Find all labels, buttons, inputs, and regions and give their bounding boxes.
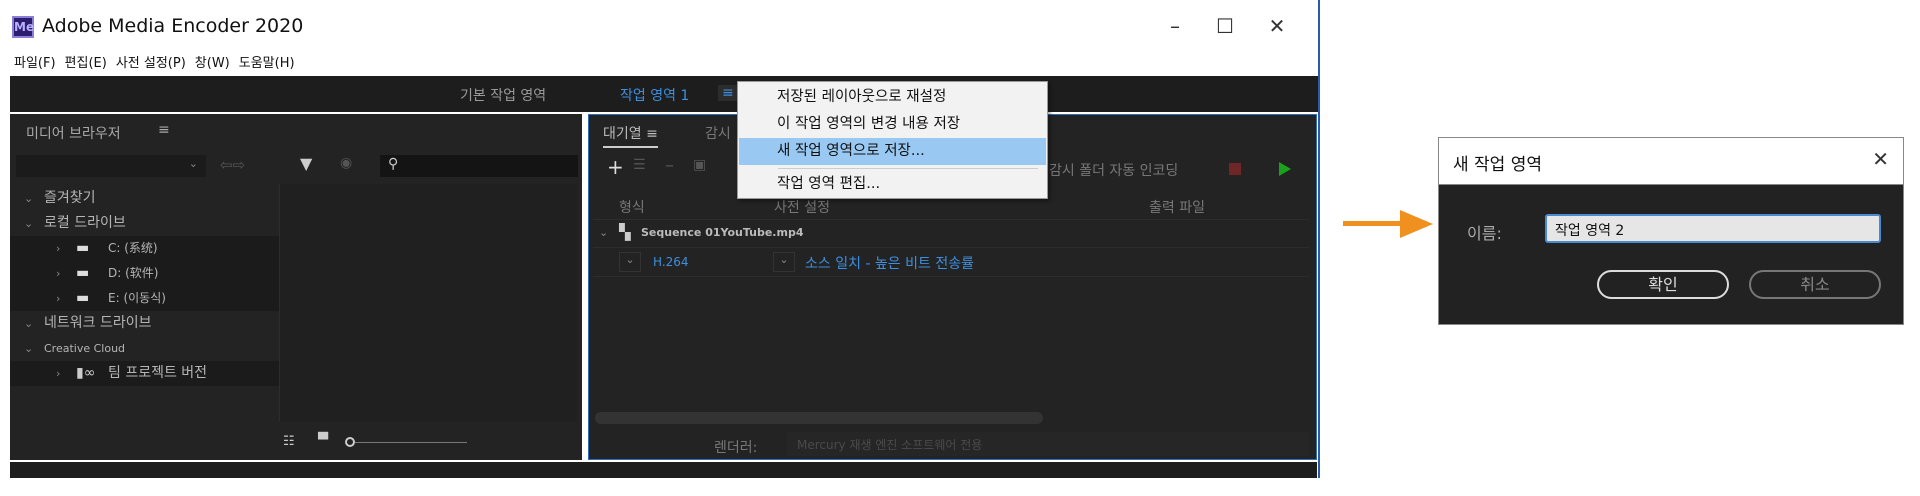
menu-item-save-as-new[interactable]: 새 작업 영역으로 저장...: [739, 138, 1046, 165]
renderer-dropdown[interactable]: Mercury 재생 엔진 소프트웨어 전용: [787, 432, 1309, 456]
preset-dropdown[interactable]: ⌄: [773, 252, 795, 272]
start-queue-icon[interactable]: [1279, 162, 1291, 176]
zoom-slider[interactable]: [355, 442, 467, 443]
menu-item-edit-workspaces[interactable]: 작업 영역 편집...: [739, 171, 1046, 198]
title-bar: Me Adobe Media Encoder 2020 – ☐ ✕: [0, 0, 1318, 58]
minimize-button[interactable]: –: [1160, 14, 1190, 38]
ok-button[interactable]: 확인: [1597, 270, 1729, 299]
workspace-bar: 기본 작업 영역 작업 영역 1 ≡: [10, 76, 1318, 112]
column-format[interactable]: 형식: [619, 197, 645, 217]
add-source-icon[interactable]: +: [607, 155, 624, 179]
team-project-icon: ▮∞: [76, 365, 96, 381]
search-input[interactable]: ⚲: [380, 155, 578, 177]
app-window: Me Adobe Media Encoder 2020 – ☐ ✕ 파일(F) …: [0, 0, 1320, 478]
cancel-button[interactable]: 취소: [1749, 270, 1881, 299]
stop-icon[interactable]: [1229, 163, 1241, 175]
queue-source-row[interactable]: ⌄ ▚ Sequence 01YouTube.mp4: [593, 219, 1309, 247]
new-workspace-dialog: 새 작업 영역 ✕ 이름: 작업 영역 2 확인 취소: [1438, 137, 1904, 325]
dialog-close-icon[interactable]: ✕: [1872, 147, 1889, 171]
drive-icon: ▬: [76, 290, 90, 306]
menu-window[interactable]: 창(W): [195, 52, 230, 71]
arrow-head-icon: [1400, 210, 1433, 238]
column-preset[interactable]: 사전 설정: [774, 197, 830, 217]
queue-output-row[interactable]: ⌄ H.264 ⌄ 소스 일치 - 높은 비트 전송률: [593, 247, 1309, 277]
tab-queue[interactable]: 대기열 ≡: [603, 123, 658, 148]
list-view-icon[interactable]: ☷: [283, 434, 295, 449]
tree-item-local-drives[interactable]: ⌄ 로컬 드라이브: [10, 211, 279, 236]
view-icon[interactable]: ◉: [340, 155, 352, 171]
panel-title: 미디어 브라우저: [26, 126, 121, 142]
remove-icon[interactable]: –: [665, 155, 674, 176]
drive-icon: ▬: [76, 265, 90, 281]
menu-edit[interactable]: 편집(E): [65, 52, 107, 71]
dialog-title: 새 작업 영역: [1453, 155, 1543, 175]
menu-item-reset-layout[interactable]: 저장된 레이아웃으로 재설정: [739, 84, 1046, 111]
menu-bar: 파일(F) 편집(E) 사전 설정(P) 창(W) 도움말(H): [14, 52, 295, 71]
auto-encode-label: 감시 폴더 자동 인코딩: [1049, 163, 1179, 179]
duplicate-icon[interactable]: ▣: [693, 157, 706, 173]
workspace-menu-icon[interactable]: ≡: [718, 85, 738, 101]
bottom-panel-strip: [10, 462, 1317, 478]
zoom-slider-handle[interactable]: [345, 437, 355, 447]
sequence-icon: ▚: [619, 223, 631, 241]
tree-item-team-projects[interactable]: › ▮∞ 팀 프로젝트 버전: [10, 361, 279, 386]
menu-help[interactable]: 도움말(H): [239, 52, 295, 71]
close-button[interactable]: ✕: [1262, 14, 1292, 38]
workspace-default[interactable]: 기본 작업 영역: [460, 85, 546, 105]
browser-content: [279, 184, 577, 422]
tree-item-creative-cloud[interactable]: ⌄ Creative Cloud: [10, 336, 279, 361]
back-forward-icon[interactable]: ⇦⇨: [220, 156, 245, 174]
maximize-button[interactable]: ☐: [1210, 14, 1240, 38]
tree-item-drive-d[interactable]: › ▬ D: (软件): [10, 261, 279, 286]
tree-item-favorites[interactable]: ⌄ 즐겨찾기: [10, 186, 279, 211]
workspace-current[interactable]: 작업 영역 1: [620, 85, 689, 105]
column-output[interactable]: 출력 파일: [1149, 197, 1205, 217]
tab-watch-folders[interactable]: 감시: [705, 123, 731, 143]
workspace-dropdown-menu: 저장된 레이아웃으로 재설정 이 작업 영역의 변경 내용 저장 새 작업 영역…: [737, 81, 1048, 199]
filter-icon[interactable]: ▼: [300, 154, 312, 173]
dialog-title-bar: 새 작업 영역 ✕: [1439, 138, 1903, 185]
preset-value[interactable]: 소스 일치 - 높은 비트 전송률: [805, 253, 974, 273]
menu-preset[interactable]: 사전 설정(P): [116, 52, 186, 71]
format-value[interactable]: H.264: [653, 255, 689, 269]
menu-divider: [778, 168, 1038, 169]
arrow-icon: [1343, 221, 1403, 226]
horizontal-scrollbar[interactable]: [595, 412, 1043, 424]
renderer-label: 렌더러:: [714, 440, 758, 456]
menu-item-save-changes[interactable]: 이 작업 영역의 변경 내용 저장: [739, 111, 1046, 138]
app-logo-icon: Me: [12, 16, 34, 38]
drive-icon: ▬: [76, 240, 90, 256]
tree-item-network-drives[interactable]: ⌄ 네트워크 드라이브: [10, 311, 279, 336]
menu-file[interactable]: 파일(F): [14, 52, 56, 71]
format-dropdown[interactable]: ⌄: [619, 252, 641, 272]
source-name: Sequence 01YouTube.mp4: [641, 226, 804, 239]
panel-menu-icon[interactable]: ≡: [158, 122, 170, 138]
tree-item-drive-e[interactable]: › ▬ E: (이동식): [10, 286, 279, 311]
tree-item-drive-c[interactable]: › ▬ C: (系统): [10, 236, 279, 261]
window-title: Adobe Media Encoder 2020: [42, 15, 304, 37]
icon-view-icon[interactable]: ▀: [318, 433, 328, 448]
name-input[interactable]: 작업 영역 2: [1545, 214, 1881, 243]
search-icon: ⚲: [388, 156, 399, 172]
name-label: 이름:: [1467, 224, 1502, 243]
settings-icon[interactable]: ☰: [633, 157, 646, 173]
location-dropdown[interactable]: ⌄: [16, 155, 206, 177]
